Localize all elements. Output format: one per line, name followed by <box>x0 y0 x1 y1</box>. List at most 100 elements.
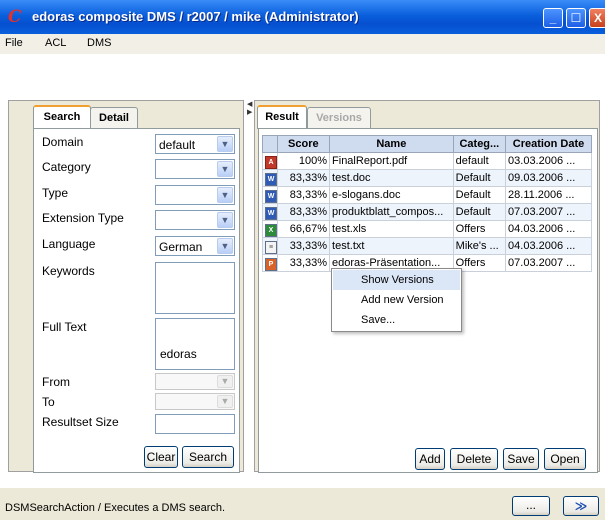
clear-button[interactable]: Clear <box>144 446 178 468</box>
search-button[interactable]: Search <box>182 446 234 468</box>
result-table: Score Name Categ... Creation Date A 100%… <box>262 135 592 272</box>
open-button[interactable]: Open <box>544 448 586 470</box>
tab-detail[interactable]: Detail <box>90 107 138 129</box>
language-select[interactable]: German ▼ <box>155 236 235 256</box>
save-button[interactable]: Save <box>503 448 539 470</box>
table-row[interactable]: W 83,33% test.doc Default 09.03.2006 ... <box>262 169 592 187</box>
name-cell: test.txt <box>329 237 454 255</box>
extension-type-select[interactable]: ▼ <box>155 210 235 230</box>
date-cell: 07.03.2007 ... <box>505 254 592 272</box>
status-bar: DSMSearchAction / Executes a DMS search.… <box>0 488 605 520</box>
date-cell: 04.03.2006 ... <box>505 220 592 238</box>
name-cell: produktblatt_compos... <box>329 203 454 221</box>
keywords-input[interactable] <box>155 262 235 314</box>
score-cell: 83,33% <box>276 169 331 187</box>
collapse-left-icon[interactable]: ◀ <box>247 100 252 108</box>
menu-file[interactable]: File <box>5 37 23 49</box>
score-cell: 83,33% <box>276 186 331 204</box>
chevron-down-icon[interactable]: ▼ <box>217 136 233 152</box>
score-cell: 100% <box>276 152 331 170</box>
category-cell: default <box>452 152 507 170</box>
table-row[interactable]: A 100% FinalReport.pdf default 03.03.200… <box>262 152 592 170</box>
panel-splitter[interactable]: ◀ ▶ <box>246 100 254 472</box>
to-label: To <box>42 395 55 409</box>
excel-sheet-icon: X <box>265 224 277 237</box>
category-cell: Mike's ... <box>452 237 507 255</box>
score-cell: 33,33% <box>276 254 331 272</box>
category-label: Category <box>42 160 91 174</box>
menu-dms[interactable]: DMS <box>87 37 111 49</box>
window-title: edoras composite DMS / r2007 / mike (Adm… <box>32 9 359 24</box>
chevron-down-icon[interactable]: ▼ <box>217 375 233 388</box>
text-file-icon: ≡ <box>265 241 277 254</box>
word-doc-icon: W <box>265 173 277 186</box>
extension-type-label: Extension Type <box>42 211 124 225</box>
icon-column-header[interactable] <box>262 135 278 153</box>
table-row[interactable]: W 83,33% produktblatt_compos... Default … <box>262 203 592 221</box>
category-cell: Default <box>452 203 507 221</box>
full-text-label: Full Text <box>42 320 87 334</box>
menu-item-add-new-version[interactable]: Add new Version <box>333 290 460 310</box>
menu-bar: File ACL DMS <box>0 34 605 54</box>
presentation-file-icon: P <box>265 258 277 271</box>
name-cell: e-slogans.doc <box>329 186 454 204</box>
category-cell: Default <box>452 186 507 204</box>
tab-search[interactable]: Search <box>33 105 91 129</box>
context-menu: Show Versions Add new Version Save... <box>331 268 462 332</box>
tab-versions[interactable]: Versions <box>307 107 371 129</box>
more-button[interactable]: ... <box>512 496 550 516</box>
from-date-field[interactable]: ▼ <box>155 373 235 390</box>
category-cell: Default <box>452 169 507 187</box>
column-header-category[interactable]: Categ... <box>452 135 507 153</box>
pdf-file-icon: A <box>265 156 277 169</box>
chevron-down-icon[interactable]: ▼ <box>217 238 233 254</box>
to-date-field[interactable]: ▼ <box>155 393 235 410</box>
expand-right-icon[interactable]: ▶ <box>247 108 252 116</box>
score-cell: 83,33% <box>276 203 331 221</box>
table-row[interactable]: X 66,67% test.xls Offers 04.03.2006 ... <box>262 220 592 238</box>
word-doc-icon: W <box>265 207 277 220</box>
category-cell: Offers <box>452 220 507 238</box>
column-header-creation-date[interactable]: Creation Date <box>505 135 592 153</box>
chevron-down-icon[interactable]: ▼ <box>217 161 233 177</box>
resultset-size-input[interactable] <box>155 414 235 434</box>
category-select[interactable]: ▼ <box>155 159 235 179</box>
collapse-button[interactable]: ≫ <box>563 496 599 516</box>
chevron-down-icon[interactable]: ▼ <box>217 212 233 228</box>
date-cell: 28.11.2006 ... <box>505 186 592 204</box>
type-select[interactable]: ▼ <box>155 185 235 205</box>
column-header-name[interactable]: Name <box>329 135 454 153</box>
domain-select[interactable]: default ▼ <box>155 134 235 154</box>
table-row[interactable]: ≡ 33,33% test.txt Mike's ... 04.03.2006 … <box>262 237 592 255</box>
chevron-down-icon[interactable]: ▼ <box>217 187 233 203</box>
menu-acl[interactable]: ACL <box>45 37 66 49</box>
keywords-label: Keywords <box>42 264 95 278</box>
score-cell: 33,33% <box>276 237 331 255</box>
date-cell: 09.03.2006 ... <box>505 169 592 187</box>
full-text-input[interactable]: edoras <box>155 318 235 370</box>
name-cell: test.doc <box>329 169 454 187</box>
table-row[interactable]: W 83,33% e-slogans.doc Default 28.11.200… <box>262 186 592 204</box>
language-label: Language <box>42 237 96 251</box>
chevron-down-icon[interactable]: ▼ <box>217 395 233 408</box>
domain-label: Domain <box>42 135 84 149</box>
app-logo-icon: C <box>8 7 22 27</box>
resultset-size-label: Resultset Size <box>42 415 119 429</box>
tab-result[interactable]: Result <box>257 105 307 129</box>
score-cell: 66,67% <box>276 220 331 238</box>
name-cell: FinalReport.pdf <box>329 152 454 170</box>
maximize-button[interactable]: ☐ <box>566 8 586 28</box>
title-bar[interactable]: C edoras composite DMS / r2007 / mike (A… <box>0 0 605 34</box>
status-text: DSMSearchAction / Executes a DMS search. <box>5 502 226 514</box>
name-cell: test.xls <box>329 220 454 238</box>
delete-button[interactable]: Delete <box>450 448 498 470</box>
add-button[interactable]: Add <box>415 448 445 470</box>
date-cell: 03.03.2006 ... <box>505 152 592 170</box>
menu-item-save[interactable]: Save... <box>333 310 460 330</box>
table-header: Score Name Categ... Creation Date <box>262 135 592 153</box>
column-header-score[interactable]: Score <box>276 135 331 153</box>
close-button[interactable]: X <box>589 8 605 28</box>
word-doc-icon: W <box>265 190 277 203</box>
minimize-button[interactable]: _ <box>543 8 563 28</box>
menu-item-show-versions[interactable]: Show Versions <box>333 270 460 290</box>
